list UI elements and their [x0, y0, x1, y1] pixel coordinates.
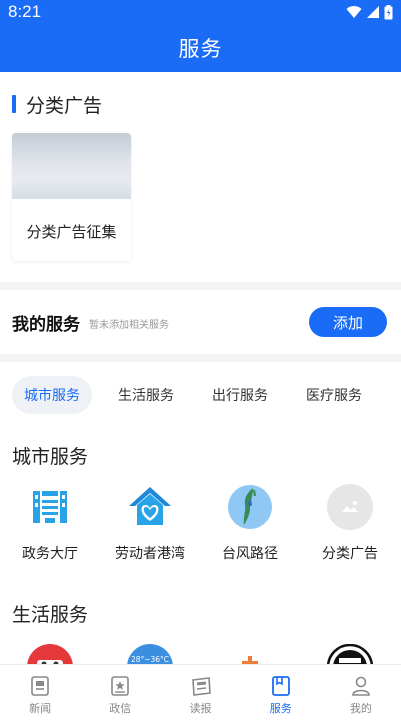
bottom-nav: 新闻 政信 读报 服务 我的: [0, 664, 401, 720]
nav-label: 政信: [109, 702, 132, 715]
newspaper-icon: [191, 677, 211, 696]
service-label: 劳动者港湾: [115, 546, 185, 562]
battery-icon: [384, 4, 393, 19]
section-accent-bar: [12, 95, 16, 113]
ad-card-image: [12, 133, 131, 199]
status-time: 8:21: [8, 2, 42, 21]
service-label: 政务大厅: [22, 546, 78, 562]
city-services-title: 城市服务: [12, 446, 89, 468]
nav-service[interactable]: 服务: [241, 665, 321, 720]
my-services-section: 我的服务 暂未添加相关服务 添加: [0, 290, 401, 354]
typhoon-path-icon: [227, 484, 273, 530]
weather-temp-text: 28°~36°C: [131, 655, 169, 664]
nav-label: 新闻: [29, 702, 52, 715]
my-services-empty-text: 暂未添加相关服务: [89, 319, 169, 331]
tab-city-services[interactable]: 城市服务: [12, 376, 92, 414]
nav-profile[interactable]: 我的: [321, 665, 401, 720]
classified-ads-section: 分类广告 分类广告征集: [0, 72, 401, 282]
section-title: 分类广告: [26, 94, 103, 117]
tab-medical-services[interactable]: 医疗服务: [294, 376, 374, 414]
service-label: 分类广告: [322, 546, 378, 562]
nav-label: 读报: [189, 702, 212, 715]
signal-icon: [367, 6, 379, 18]
ad-card[interactable]: 分类广告征集: [12, 133, 131, 261]
news-icon: [31, 676, 49, 696]
tab-life-services[interactable]: 生活服务: [106, 376, 186, 414]
service-classified-ads[interactable]: 分类广告: [300, 484, 400, 563]
worker-harbor-icon: [127, 484, 173, 530]
section-heading: 分类广告: [0, 72, 401, 136]
service-tabs: 城市服务 生活服务 出行服务 医疗服务: [12, 376, 374, 414]
service-worker-harbor[interactable]: 劳动者港湾: [100, 484, 200, 563]
status-bar: 8:21: [0, 0, 401, 24]
tab-travel-services[interactable]: 出行服务: [200, 376, 280, 414]
ad-card-label: 分类广告征集: [26, 223, 117, 241]
government-info-icon: [111, 676, 130, 696]
government-hall-icon: [27, 484, 73, 530]
my-services-title: 我的服务: [12, 314, 80, 335]
service-typhoon-path[interactable]: 台风路径: [200, 484, 300, 563]
classified-ads-icon: [327, 484, 373, 530]
system-icons: [346, 4, 393, 20]
nav-newspaper[interactable]: 读报: [160, 665, 240, 720]
add-service-button[interactable]: 添加: [309, 307, 387, 337]
city-services-grid: 政务大厅 劳动者港湾 台风路径 分类广告: [0, 484, 401, 563]
service-icon: [271, 676, 290, 696]
service-government-hall[interactable]: 政务大厅: [0, 484, 100, 563]
service-label: 台风路径: [222, 546, 278, 562]
nav-government-info[interactable]: 政信: [80, 665, 160, 720]
header: 服务: [0, 24, 401, 72]
page-title: 服务: [178, 37, 223, 61]
nav-label: 我的: [349, 702, 372, 715]
nav-label: 服务: [269, 702, 292, 715]
profile-icon: [352, 676, 370, 696]
wifi-icon: [346, 6, 362, 19]
nav-news[interactable]: 新闻: [0, 665, 80, 720]
life-services-title: 生活服务: [12, 604, 89, 626]
